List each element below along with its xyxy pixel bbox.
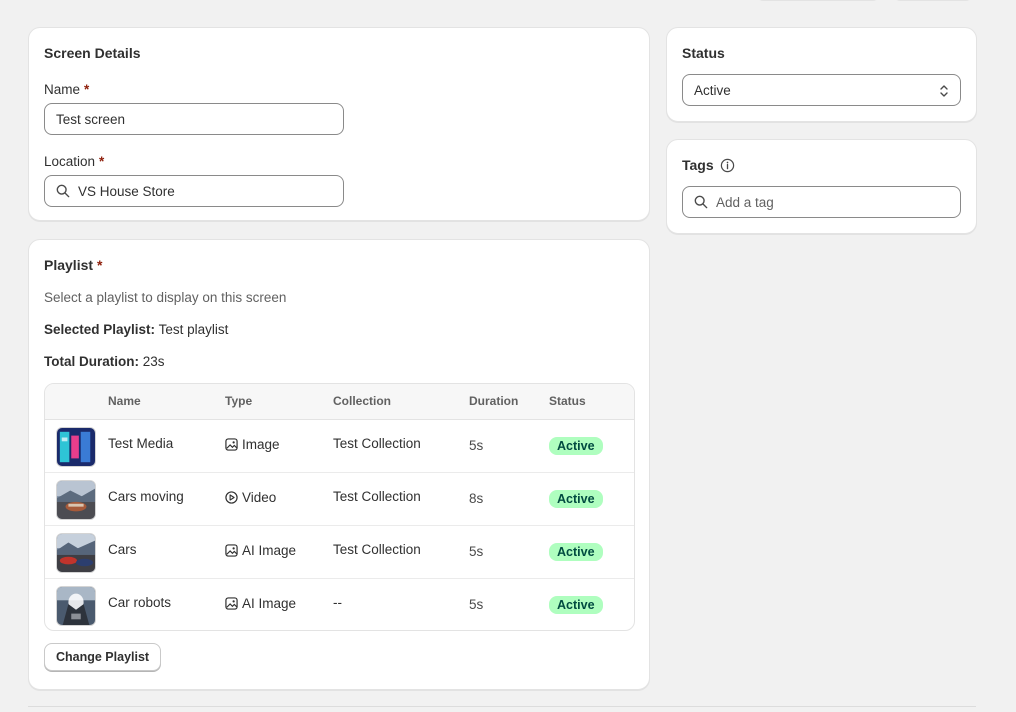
required-mark: * [97,257,103,273]
thumbnail-video-icon [57,481,95,519]
row-name: Cars moving [108,489,184,504]
name-label: Name * [44,82,89,97]
location-label: Location * [44,154,104,169]
media-thumbnail [56,480,96,520]
location-input[interactable] [78,183,332,199]
playlist-card: Playlist * Select a playlist to display o… [28,239,650,690]
row-duration: 8s [469,491,484,506]
row-duration: 5s [469,597,484,612]
tags-title-text: Tags [682,157,714,173]
info-icon[interactable] [720,158,735,173]
selected-playlist-label: Selected Playlist: [44,322,156,337]
playlist-description: Select a playlist to display on this scr… [44,290,287,305]
column-header-duration[interactable]: Duration [469,394,518,408]
screen-details-card: Screen Details Name* Location* [28,27,650,221]
thumbnail-image-icon [57,534,95,572]
row-collection: -- [333,595,342,610]
table-row[interactable]: Car robots AI Image -- 5s Active [45,579,634,630]
image-icon [225,438,238,451]
screen-details-title: Screen Details [44,45,141,61]
tags-title: Tags [682,157,735,173]
column-header-status[interactable]: Status [549,394,586,408]
playlist-title-text: Playlist [44,257,94,273]
media-thumbnail [56,427,96,467]
column-header-name[interactable]: Name [108,394,141,408]
status-title: Status [682,45,725,61]
total-duration-value: 23s [142,354,165,369]
row-type: Image [225,437,280,452]
row-name: Car robots [108,595,172,610]
total-duration: Total Duration: 23s [44,354,165,369]
location-field[interactable] [44,175,344,207]
change-playlist-button[interactable]: Change Playlist [44,643,162,671]
media-thumbnail [56,533,96,573]
row-type-label: AI Image [242,596,297,611]
selected-playlist: Selected Playlist: Test playlist [44,322,228,337]
row-collection: Test Collection [333,542,421,557]
thumbnail-image-icon [57,428,95,466]
table-row[interactable]: Cars moving Video Test Collection 8s Act… [45,473,634,526]
row-type-label: AI Image [242,543,297,558]
row-type: AI Image [225,543,296,558]
row-type: Video [225,490,276,505]
header-secondary-button[interactable] [757,0,879,1]
playlist-title: Playlist * [44,257,102,273]
select-chevron-icon [940,85,948,97]
status-badge: Active [549,490,603,508]
row-name: Test Media [108,436,174,451]
image-icon [225,597,238,610]
tags-input[interactable] [716,194,949,210]
status-badge: Active [549,437,603,455]
row-type-label: Video [242,490,277,505]
name-field[interactable] [44,103,344,135]
media-thumbnail [56,586,96,626]
total-duration-label: Total Duration: [44,354,139,369]
row-type-label: Image [242,437,280,452]
location-label-text: Location [44,154,96,169]
search-icon [694,195,708,209]
table-row[interactable]: Test Media Image Test Collection 5s Acti… [45,420,634,473]
row-duration: 5s [469,544,484,559]
column-header-collection[interactable]: Collection [333,394,391,408]
row-type: AI Image [225,596,296,611]
page-divider [28,706,976,707]
status-badge: Active [549,596,603,614]
tags-field[interactable] [682,186,961,218]
required-mark: * [84,82,90,97]
thumbnail-image-icon [57,587,95,625]
tags-card: Tags [666,139,977,234]
status-card: Status Active [666,27,977,122]
row-name: Cars [108,542,137,557]
row-collection: Test Collection [333,436,421,451]
required-mark: * [99,154,105,169]
name-label-text: Name [44,82,81,97]
image-icon [225,544,238,557]
status-select-value: Active [694,82,731,98]
table-header: Name Type Collection Duration Status [45,384,634,420]
selected-playlist-value: Test playlist [158,322,229,337]
play-circle-icon [225,491,238,504]
header-primary-button[interactable] [894,0,972,1]
status-badge: Active [549,543,603,561]
name-input[interactable] [56,111,332,127]
table-row[interactable]: Cars AI Image Test Collection 5s Active [45,526,634,579]
row-collection: Test Collection [333,489,421,504]
row-duration: 5s [469,438,484,453]
column-header-type[interactable]: Type [225,394,252,408]
status-select[interactable]: Active [682,74,961,106]
playlist-table: Name Type Collection Duration Status Tes… [44,383,635,631]
search-icon [56,184,70,198]
